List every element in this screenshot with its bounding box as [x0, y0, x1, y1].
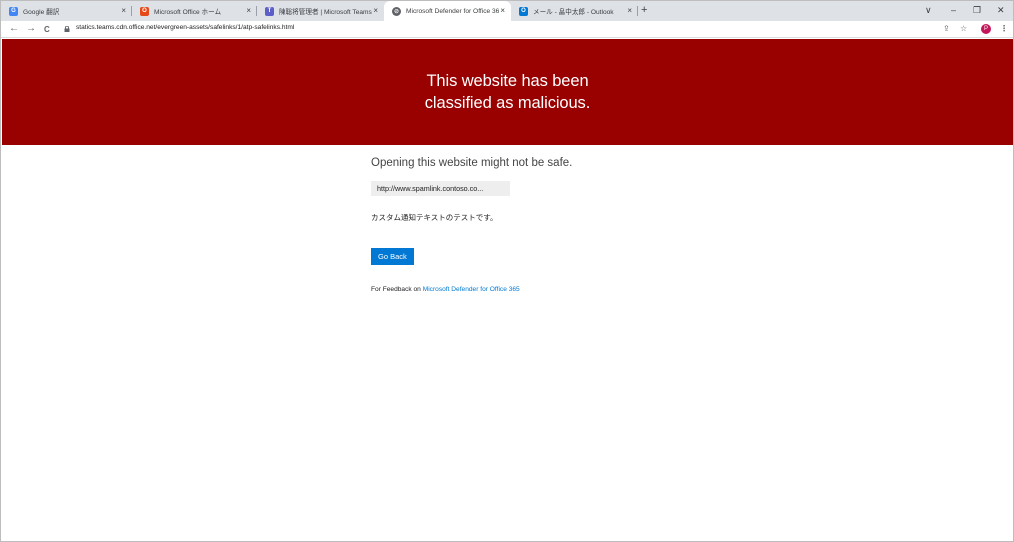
- back-button[interactable]: ←: [9, 23, 19, 35]
- browser-toolbar: ← → C statics.teams.cdn.office.net/everg…: [1, 21, 1013, 38]
- outlook-icon: O: [519, 6, 528, 16]
- globe-icon: ⊘: [392, 6, 401, 16]
- tab-title: Google 翻訳: [23, 9, 60, 16]
- tab-defender[interactable]: ⊘ Microsoft Defender for Office 36 ×: [384, 1, 511, 21]
- minimize-button[interactable]: –: [951, 5, 956, 15]
- close-tab-icon[interactable]: ×: [373, 6, 378, 16]
- close-tab-icon[interactable]: ×: [121, 6, 126, 16]
- banner-title: This website has been classified as mali…: [424, 72, 591, 112]
- close-window-button[interactable]: ✕: [997, 5, 1005, 16]
- browser-window: G Google 翻訳 × O Microsoft Office ホーム × T…: [0, 0, 1014, 542]
- restore-button[interactable]: ❐: [973, 5, 981, 16]
- custom-notification-text: カスタム通知テキストのテストです。: [371, 213, 498, 222]
- tab-title: Microsoft Defender for Office 36: [406, 7, 500, 15]
- teams-icon: T: [265, 6, 274, 16]
- tab-title: Microsoft Office ホーム: [154, 9, 222, 16]
- close-tab-icon[interactable]: ×: [500, 6, 505, 16]
- tab-search-icon[interactable]: ∨: [925, 5, 932, 16]
- close-tab-icon[interactable]: ×: [627, 6, 632, 16]
- feedback-prefix: For Feedback on: [371, 286, 421, 293]
- address-bar[interactable]: statics.teams.cdn.office.net/evergreen-a…: [76, 24, 294, 31]
- forward-button[interactable]: →: [26, 23, 36, 35]
- warning-subtitle: Opening this website might not be safe.: [371, 157, 573, 169]
- tab-strip: G Google 翻訳 × O Microsoft Office ホーム × T…: [1, 1, 1013, 21]
- tab-outlook[interactable]: O メール - 畠中太郎 - Outlook ×: [511, 1, 638, 21]
- warning-content: Opening this website might not be safe. …: [371, 157, 791, 293]
- new-tab-button[interactable]: +: [641, 4, 647, 16]
- tab-title: メール - 畠中太郎 - Outlook: [533, 9, 614, 16]
- google-translate-icon: G: [9, 6, 18, 16]
- tab-google-translate[interactable]: G Google 翻訳 ×: [1, 1, 132, 21]
- feedback-line: For Feedback on Microsoft Defender for O…: [371, 286, 791, 293]
- tab-title: 陳聡将管理者 | Microsoft Teams: [279, 9, 372, 16]
- reload-button[interactable]: C: [44, 24, 50, 36]
- lock-icon[interactable]: [64, 26, 70, 32]
- share-icon[interactable]: ⇪: [943, 24, 950, 33]
- blocked-url: http://www.spamlink.contoso.co...: [371, 181, 510, 196]
- warning-banner: This website has been classified as mali…: [2, 39, 1013, 145]
- tab-office-home[interactable]: O Microsoft Office ホーム ×: [132, 1, 257, 21]
- browser-menu-icon[interactable]: ⋮: [1000, 24, 1008, 33]
- go-back-button[interactable]: Go Back: [371, 248, 414, 265]
- feedback-link[interactable]: Microsoft Defender for Office 365: [423, 286, 520, 293]
- tab-teams[interactable]: T 陳聡将管理者 | Microsoft Teams ×: [257, 1, 384, 21]
- close-tab-icon[interactable]: ×: [246, 6, 251, 16]
- tab-separator: [637, 6, 638, 16]
- office-icon: O: [140, 6, 149, 16]
- bookmark-star-icon[interactable]: ☆: [960, 24, 967, 33]
- profile-avatar[interactable]: P: [981, 24, 991, 34]
